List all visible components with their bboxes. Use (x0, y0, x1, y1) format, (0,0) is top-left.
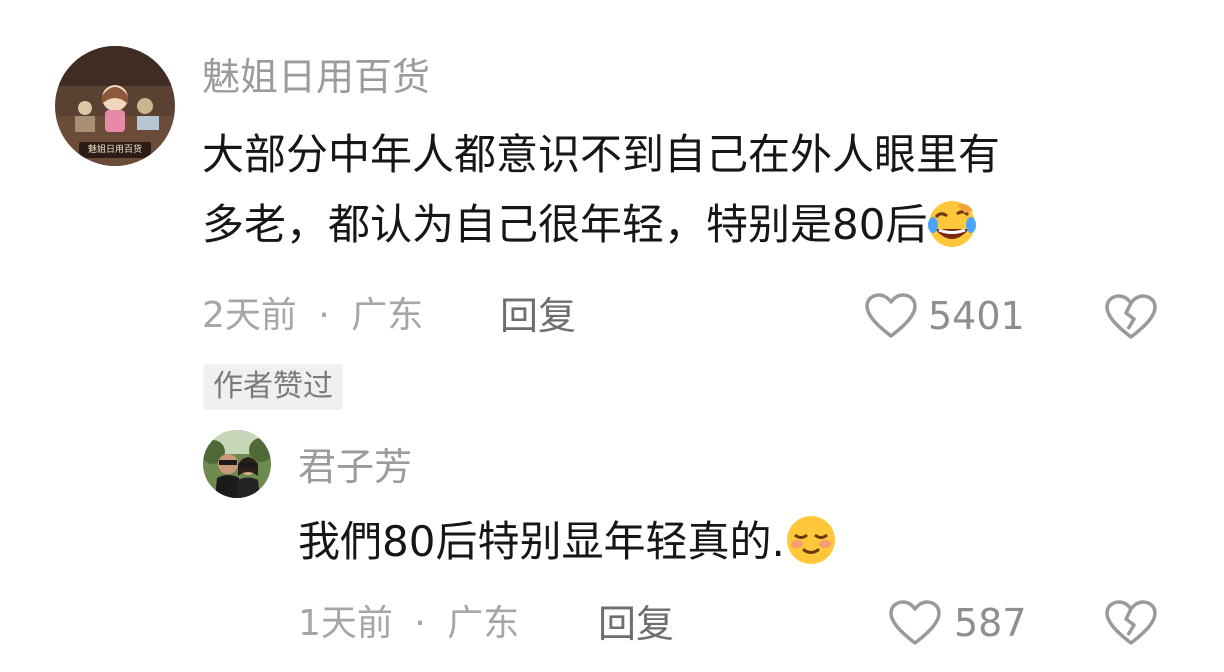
like-count: 5401 (928, 294, 1025, 338)
like-count: 587 (954, 601, 1027, 645)
comment-location: 广东 (351, 295, 424, 336)
replier-name[interactable]: 君子芳 (298, 448, 412, 486)
reply-button[interactable]: 回复 (500, 297, 576, 335)
dislike-button[interactable] (1104, 599, 1158, 651)
dislike-button[interactable] (1104, 293, 1158, 345)
reply-text-body: 我們80后特别显年轻真的. (298, 517, 785, 566)
reply-button[interactable]: 回复 (598, 605, 674, 643)
comment-text[interactable]: 大部分中年人都意识不到自己在外人眼里有 多老，都认为自己很年轻，特别是80后 (202, 120, 1182, 270)
meta-separator: · (414, 603, 426, 644)
comment-meta: 2天前 · 广东 (202, 298, 423, 334)
replier-avatar[interactable] (203, 430, 271, 498)
heart-outline-icon (888, 599, 942, 651)
broken-heart-icon (1104, 294, 1158, 345)
comment-text-line: 多老，都认为自己很年轻，特别是80后 (202, 190, 1182, 270)
broken-heart-icon (1104, 600, 1158, 651)
avatar-sign-text: 魅姐日用百货 (87, 145, 142, 155)
reply-location: 广东 (447, 603, 520, 644)
comment-text-line: 大部分中年人都意识不到自己在外人眼里有 (202, 130, 1001, 179)
rolling-laughing-emoji-icon (927, 199, 977, 270)
reply-text[interactable]: 我們80后特别显年轻真的. (298, 507, 837, 587)
commenter-name[interactable]: 魅姐日用百货 (202, 58, 430, 96)
comment-text-line2: 多老，都认为自己很年轻，特别是80后 (202, 200, 928, 249)
reply-time: 1天前 (298, 603, 393, 644)
meta-separator: · (318, 295, 330, 336)
content-smile-emoji-icon (785, 514, 837, 587)
comment-time: 2天前 (202, 295, 297, 336)
reply-meta: 1天前 · 广东 (298, 606, 519, 642)
author-liked-badge: 作者赞过 (203, 364, 343, 410)
heart-outline-icon (864, 292, 918, 344)
commenter-avatar[interactable]: 魅姐日用百货 (55, 46, 175, 166)
